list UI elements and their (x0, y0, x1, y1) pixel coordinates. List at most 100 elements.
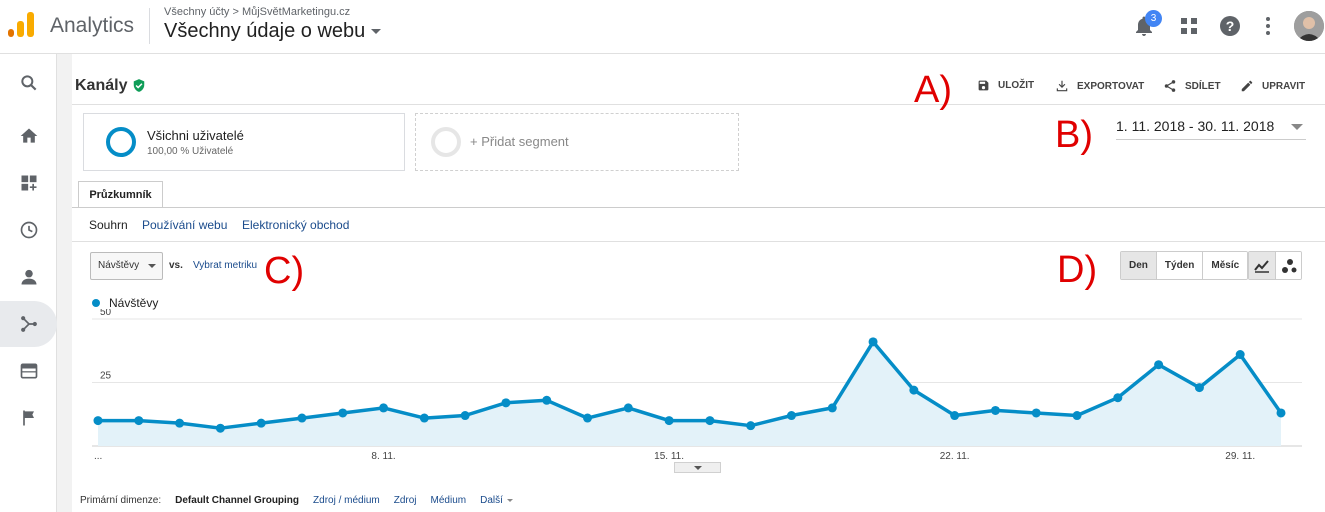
subtab-summary[interactable]: Souhrn (89, 218, 128, 232)
view-selector[interactable]: Všechny údaje o webu (164, 20, 382, 43)
metric-select-value: Návštěvy (98, 260, 140, 271)
metric-select[interactable]: Návštěvy (90, 252, 163, 280)
period-toggle: Den Týden Měsíc (1120, 251, 1249, 280)
period-day-button[interactable]: Den (1121, 252, 1156, 279)
sidebar-item-acquisition[interactable] (0, 301, 57, 347)
data-point[interactable] (1031, 408, 1041, 418)
help-icon[interactable]: ? (1218, 14, 1242, 38)
data-point[interactable] (542, 395, 552, 405)
tab-divider (72, 207, 1325, 208)
dimension-medium[interactable]: Médium (431, 495, 467, 506)
share-button[interactable]: SDÍLET (1163, 79, 1221, 93)
sidebar-item-realtime[interactable] (0, 207, 57, 253)
segment-all-users[interactable]: Všichni uživatelé 100,00 % Uživatelé (83, 113, 405, 171)
data-point[interactable] (215, 423, 225, 433)
more-vert-icon[interactable] (1256, 14, 1280, 38)
account-breadcrumb[interactable]: Všechny účty > MůjSvětMarketingu.cz (164, 6, 350, 18)
data-point[interactable] (338, 408, 348, 418)
chevron-down-icon (371, 29, 382, 35)
data-point[interactable] (256, 418, 266, 428)
apps-grid-icon[interactable] (1177, 14, 1201, 38)
share-icon (1164, 80, 1176, 92)
x-tick-label: 29. 11. (1225, 451, 1255, 462)
date-range-picker[interactable]: 1. 11. 2018 - 30. 11. 2018 (1116, 118, 1306, 140)
sidebar-item-audience[interactable] (0, 254, 57, 300)
data-point[interactable] (1154, 360, 1164, 370)
x-tick-label: 22. 11. (940, 451, 970, 462)
legend-dot (92, 299, 100, 307)
chevron-down-icon (694, 466, 702, 470)
data-point[interactable] (460, 411, 470, 421)
motion-chart-button[interactable] (1275, 252, 1301, 279)
data-point[interactable] (583, 413, 593, 423)
divider (72, 104, 1325, 105)
data-point[interactable] (175, 418, 185, 428)
save-button[interactable]: ULOŽIT (977, 79, 1034, 92)
avatar[interactable] (1294, 11, 1324, 41)
sidebar-item-search[interactable] (0, 60, 57, 106)
sidebar-item-customization[interactable] (0, 160, 57, 206)
chevron-down-icon (148, 264, 156, 268)
data-point[interactable] (134, 416, 144, 426)
data-point[interactable] (297, 413, 307, 423)
data-point[interactable] (827, 403, 837, 413)
flag-icon (22, 410, 34, 426)
top-bar: Analytics Všechny účty > MůjSvětMarketin… (0, 0, 1325, 54)
person-icon (21, 269, 36, 285)
sidebar-item-conversions[interactable] (0, 395, 57, 441)
data-point[interactable] (990, 405, 1000, 415)
data-point[interactable] (786, 411, 796, 421)
chart-legend: Návštěvy (92, 296, 158, 310)
data-point[interactable] (746, 421, 756, 431)
period-month-button[interactable]: Měsíc (1202, 252, 1248, 279)
segment-ring-icon (106, 127, 136, 157)
view-name: Všechny údaje o webu (164, 20, 366, 42)
data-point[interactable] (950, 411, 960, 421)
export-button[interactable]: EXPORTOVAT (1055, 79, 1144, 93)
data-point[interactable] (1072, 411, 1082, 421)
data-point[interactable] (868, 337, 878, 347)
download-icon (1056, 80, 1068, 92)
annotation-b: B) (1055, 114, 1093, 156)
chart-type-toggle (1248, 251, 1302, 280)
data-point[interactable] (1113, 393, 1123, 403)
page-title: Kanály (75, 77, 128, 94)
add-segment-label: + Přidat segment (470, 134, 569, 149)
period-week-button[interactable]: Týden (1155, 252, 1203, 279)
data-point[interactable] (419, 413, 429, 423)
data-point[interactable] (1235, 350, 1245, 360)
home-icon (20, 128, 37, 143)
data-point[interactable] (623, 403, 633, 413)
verified-shield-icon (133, 79, 145, 92)
y-tick-label: 25 (100, 371, 112, 382)
primary-dimension-current: Default Channel Grouping (175, 495, 300, 506)
data-point[interactable] (501, 398, 511, 408)
acquisition-icon (20, 316, 37, 332)
tab-explorer[interactable]: Průzkumník (78, 181, 163, 208)
report-panel: Kanály ULOŽIT EXPORTOVAT SDÍLET UPRAVIT … (72, 54, 1325, 512)
web-window-icon (20, 363, 37, 379)
app-brand: Analytics (50, 14, 135, 37)
sidebar-item-home[interactable] (0, 113, 57, 159)
subtab-site-usage[interactable]: Používání webu (142, 218, 227, 232)
dimension-more-label: Další (480, 495, 503, 506)
dimension-more-dropdown[interactable]: Další (480, 495, 513, 506)
dimension-source-medium[interactable]: Zdroj / médium (313, 495, 380, 506)
chart-collapse-toggle[interactable] (674, 462, 721, 473)
select-metric-link[interactable]: Vybrat metriku (193, 260, 257, 271)
analytics-logo[interactable] (8, 12, 34, 38)
data-point[interactable] (909, 385, 919, 395)
line-chart-button[interactable] (1249, 252, 1275, 279)
data-point[interactable] (1194, 383, 1204, 393)
sidebar (0, 54, 57, 512)
dimension-source[interactable]: Zdroj (394, 495, 417, 506)
data-point[interactable] (705, 416, 715, 426)
data-point[interactable] (1276, 408, 1286, 418)
add-segment-button[interactable]: + Přidat segment (415, 113, 739, 171)
data-point[interactable] (379, 403, 389, 413)
subtab-ecommerce[interactable]: Elektronický obchod (242, 218, 349, 232)
edit-button[interactable]: UPRAVIT (1240, 79, 1305, 93)
data-point[interactable] (664, 416, 674, 426)
sidebar-item-behavior[interactable] (0, 348, 57, 394)
data-point[interactable] (93, 416, 103, 426)
